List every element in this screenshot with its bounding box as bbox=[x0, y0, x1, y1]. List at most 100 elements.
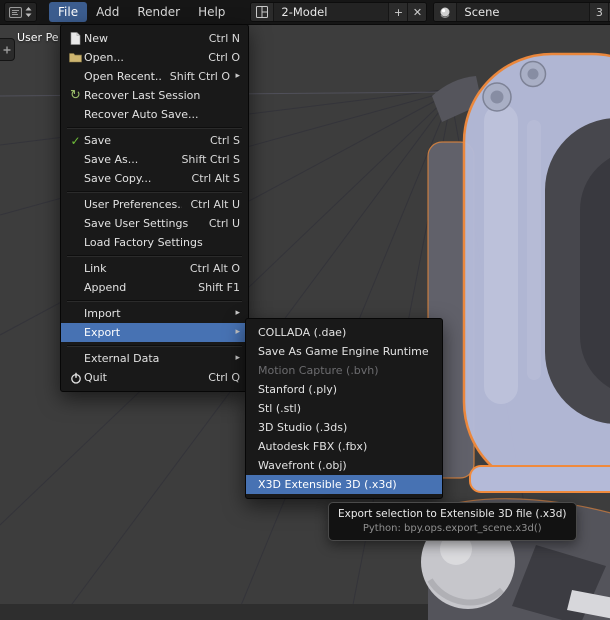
viewport-view-label: User Pe bbox=[17, 31, 59, 44]
menu-separator bbox=[61, 252, 248, 259]
helmet-screw-center bbox=[490, 90, 504, 104]
menu-help[interactable]: Help bbox=[189, 2, 234, 22]
menu-item-label: Save As... bbox=[84, 153, 139, 166]
menu-item-label: Open... bbox=[84, 51, 124, 64]
menu-item-label: X3D Extensible 3D (.x3d) bbox=[258, 478, 397, 491]
helmet-screw-center bbox=[527, 68, 539, 80]
menu-item-stl-stl[interactable]: Stl (.stl) bbox=[246, 399, 442, 418]
menu-item-label: Open Recent... bbox=[84, 70, 162, 83]
menu-item-shortcut: Ctrl S bbox=[209, 134, 240, 147]
tooltip-title: Export selection to Extensible 3D file (… bbox=[338, 508, 567, 520]
browse-screens-icon[interactable] bbox=[251, 3, 275, 21]
recover-icon: ↻ bbox=[70, 88, 81, 103]
menu-item-link[interactable]: Link Ctrl Alt O bbox=[61, 259, 248, 278]
menu-item-label: Export bbox=[84, 326, 121, 339]
menu-item-motion-capture-bvh[interactable]: Motion Capture (.bvh) bbox=[246, 361, 442, 380]
menu-item-collada-dae[interactable]: COLLADA (.dae) bbox=[246, 323, 442, 342]
menu-item-label: Save Copy... bbox=[84, 172, 152, 185]
menu-item-label: Save bbox=[84, 134, 112, 147]
add-screen-button[interactable]: + bbox=[388, 3, 408, 21]
menu-render[interactable]: Render bbox=[128, 2, 189, 22]
menu-item-load-factory-settings[interactable]: Load Factory Settings bbox=[61, 233, 248, 252]
menu-item-shortcut: Ctrl U bbox=[208, 217, 240, 230]
menu-item-3d-studio-3ds[interactable]: 3D Studio (.3ds) bbox=[246, 418, 442, 437]
menu-item-export[interactable]: Export ▸ bbox=[61, 323, 248, 342]
menu-item-open-recent[interactable]: Open Recent... Shift Ctrl O ▸ bbox=[61, 67, 248, 86]
menu-item-open[interactable]: Open... Ctrl O bbox=[61, 48, 248, 67]
menu-item-shortcut: Ctrl Alt O bbox=[189, 262, 240, 275]
helmet-neck-rim bbox=[469, 465, 610, 493]
tooltip-python: Python: bpy.ops.export_scene.x3d() bbox=[362, 523, 542, 534]
menu-item-append[interactable]: Append Shift F1 bbox=[61, 278, 248, 297]
menu-item-label: COLLADA (.dae) bbox=[258, 326, 347, 339]
menu-item-label: User Preferences... bbox=[84, 198, 183, 211]
submenu-arrow-icon: ▸ bbox=[235, 308, 240, 318]
toolshelf-open-tab[interactable] bbox=[0, 38, 15, 61]
menu-item-wavefront-obj[interactable]: Wavefront (.obj) bbox=[246, 456, 442, 475]
menu-item-new[interactable]: New Ctrl N bbox=[61, 29, 248, 48]
menu-item-x3d-extensible-3d-x3d[interactable]: X3D Extensible 3D (.x3d) bbox=[246, 475, 442, 494]
screen-name-field[interactable]: 2-Model bbox=[274, 5, 388, 19]
menu-item-label: Link bbox=[84, 262, 107, 275]
menu-item-autodesk-fbx-fbx[interactable]: Autodesk FBX (.fbx) bbox=[246, 437, 442, 456]
menu-item-label: Append bbox=[84, 281, 127, 294]
menu-item-stanford-ply[interactable]: Stanford (.ply) bbox=[246, 380, 442, 399]
folder-icon bbox=[67, 52, 84, 63]
file-menu-dropdown: New Ctrl N Open... Ctrl O Open Recent... Shif… bbox=[60, 24, 249, 392]
menu-item-label: Save User Settings bbox=[84, 217, 189, 230]
browse-scenes-icon[interactable] bbox=[434, 3, 458, 21]
menu-item-label: Motion Capture (.bvh) bbox=[258, 364, 379, 377]
menu-item-recover-last-session[interactable]: ↻ Recover Last Session bbox=[61, 86, 248, 105]
scene-users-count-button[interactable]: 3 bbox=[589, 3, 609, 21]
header-menubar: File Add Render Help bbox=[49, 2, 234, 22]
submenu-arrow-icon: ▸ bbox=[235, 327, 240, 337]
helmet-reflection-thin bbox=[527, 120, 541, 380]
editor-type-selector[interactable] bbox=[4, 2, 37, 22]
screen-layout-selector: 2-Model + ✕ bbox=[250, 2, 428, 22]
helmet-reflection bbox=[484, 104, 518, 404]
scene-name-field[interactable]: Scene bbox=[457, 5, 589, 19]
menu-item-recover-auto-save[interactable]: Recover Auto Save... bbox=[61, 105, 248, 124]
delete-screen-button[interactable]: ✕ bbox=[407, 3, 427, 21]
menu-item-save-as-game-engine-runtime[interactable]: Save As Game Engine Runtime bbox=[246, 342, 442, 361]
menu-item-external-data[interactable]: External Data ▸ bbox=[61, 349, 248, 368]
menu-item-label: External Data bbox=[84, 352, 160, 365]
menu-item-shortcut: Ctrl Alt U bbox=[190, 198, 240, 211]
menu-item-shortcut: Shift F1 bbox=[198, 281, 240, 294]
menu-item-quit[interactable]: Quit Ctrl Q bbox=[61, 368, 248, 387]
submenu-arrow-icon: ▸ bbox=[235, 71, 240, 81]
top-header: File Add Render Help 2-Model + ✕ Scene 3… bbox=[0, 0, 610, 25]
submenu-arrow-icon: ▸ bbox=[235, 353, 240, 363]
menu-item-save[interactable]: ✓ Save Ctrl S bbox=[61, 131, 248, 150]
menu-separator bbox=[61, 297, 248, 304]
menu-item-label: Recover Last Session bbox=[84, 89, 201, 102]
menu-add[interactable]: Add bbox=[87, 2, 128, 22]
menu-item-label: Stl (.stl) bbox=[258, 402, 302, 415]
menu-file[interactable]: File bbox=[49, 2, 88, 22]
menu-item-shortcut: Shift Ctrl O bbox=[169, 70, 230, 83]
menu-separator bbox=[61, 188, 248, 195]
menu-item-shortcut: Ctrl Q bbox=[208, 371, 240, 384]
menu-item-label: Stanford (.ply) bbox=[258, 383, 338, 396]
menu-separator bbox=[61, 124, 248, 131]
menu-item-shortcut: Ctrl O bbox=[208, 51, 240, 64]
menu-item-label: Wavefront (.obj) bbox=[258, 459, 347, 472]
menu-item-label: 3D Studio (.3ds) bbox=[258, 421, 348, 434]
menu-item-shortcut: Ctrl Alt S bbox=[191, 172, 240, 185]
menu-separator bbox=[61, 342, 248, 349]
menu-item-import[interactable]: Import ▸ bbox=[61, 304, 248, 323]
menu-item-save-as[interactable]: Save As... Shift Ctrl S bbox=[61, 150, 248, 169]
menu-item-save-copy[interactable]: Save Copy... Ctrl Alt S bbox=[61, 169, 248, 188]
menu-item-label: Save As Game Engine Runtime bbox=[258, 345, 429, 358]
menu-item-save-user-settings[interactable]: Save User Settings Ctrl U bbox=[61, 214, 248, 233]
menu-item-label: Recover Auto Save... bbox=[84, 108, 199, 121]
operator-tooltip: Export selection to Extensible 3D file (… bbox=[328, 502, 577, 541]
menu-item-label: Load Factory Settings bbox=[84, 236, 203, 249]
menu-item-user-preferences[interactable]: User Preferences... Ctrl Alt U bbox=[61, 195, 248, 214]
power-icon bbox=[67, 372, 84, 384]
menu-item-label: New bbox=[84, 32, 108, 45]
menu-item-label: Import bbox=[84, 307, 121, 320]
menu-item-label: Autodesk FBX (.fbx) bbox=[258, 440, 368, 453]
plus-icon bbox=[3, 46, 11, 53]
info-editor-icon bbox=[9, 6, 22, 18]
